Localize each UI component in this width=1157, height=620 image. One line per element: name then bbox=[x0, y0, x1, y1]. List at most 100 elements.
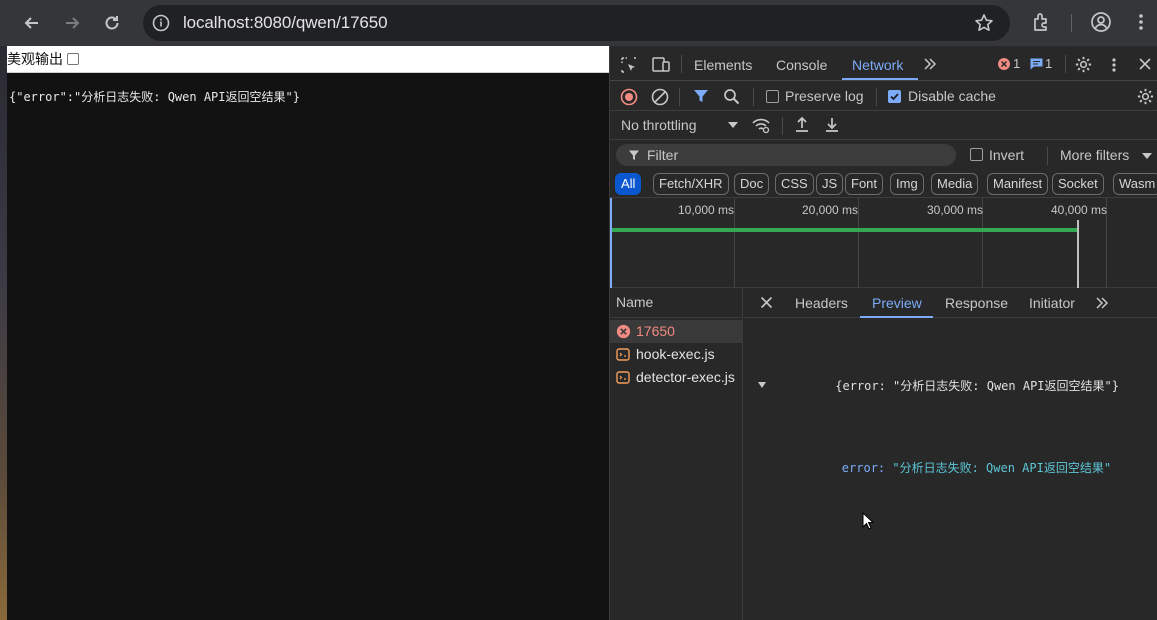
toolbar-divider bbox=[753, 88, 754, 106]
beautify-checkbox[interactable] bbox=[67, 53, 79, 65]
disable-cache-checkbox[interactable] bbox=[888, 90, 901, 103]
export-har-icon[interactable] bbox=[824, 116, 840, 133]
type-filter-media[interactable]: Media bbox=[931, 173, 979, 195]
message-icon[interactable] bbox=[1029, 57, 1044, 71]
type-filter-wasm[interactable]: Wasm bbox=[1113, 173, 1157, 195]
type-filter-css[interactable]: CSS bbox=[775, 173, 814, 195]
address-bar[interactable]: localhost:8080/qwen/17650 bbox=[143, 5, 1010, 41]
request-name[interactable]: 17650 bbox=[636, 323, 675, 339]
device-toolbar-icon[interactable] bbox=[651, 56, 671, 74]
chevron-down-icon[interactable] bbox=[1142, 153, 1152, 159]
name-column-header[interactable]: Name bbox=[610, 288, 743, 318]
devtools-tab-bar: Elements Console Network 1 1 bbox=[610, 46, 1157, 81]
page-viewport: 美观输出 {"error":"分析日志失败: Qwen API返回空结果"} bbox=[7, 46, 609, 620]
tab-initiator[interactable]: Initiator bbox=[1029, 295, 1075, 311]
preview-value: "分析日志失败: Qwen API返回空结果" bbox=[892, 461, 1112, 475]
raw-json-text: {"error":"分析日志失败: Qwen API返回空结果"} bbox=[9, 90, 300, 104]
type-filter-doc[interactable]: Doc bbox=[734, 173, 770, 195]
tab-headers[interactable]: Headers bbox=[795, 295, 848, 311]
request-row[interactable]: hook-exec.js bbox=[610, 343, 743, 366]
beautify-label: 美观输出 bbox=[7, 51, 63, 67]
type-filter-img[interactable]: Img bbox=[890, 173, 924, 195]
search-icon[interactable] bbox=[723, 88, 740, 105]
toolbar-divider bbox=[679, 88, 680, 106]
url-text[interactable]: localhost:8080/qwen/17650 bbox=[183, 13, 388, 33]
timeline-load-marker bbox=[1077, 220, 1079, 288]
chevron-down-icon[interactable] bbox=[728, 122, 738, 128]
back-arrow-icon[interactable] bbox=[19, 10, 45, 36]
tab-divider bbox=[681, 55, 682, 73]
type-filter-all[interactable]: All bbox=[615, 173, 642, 195]
request-row[interactable]: 17650 bbox=[610, 320, 743, 343]
tab-preview[interactable]: Preview bbox=[872, 295, 922, 311]
preserve-log-label[interactable]: Preserve log bbox=[785, 88, 864, 104]
clear-icon[interactable] bbox=[651, 88, 669, 106]
tab-elements[interactable]: Elements bbox=[694, 57, 752, 73]
resource-type-filters: All Fetch/XHR Doc CSS JS Font Img Media … bbox=[610, 170, 1157, 198]
request-row[interactable]: detector-exec.js bbox=[610, 366, 743, 389]
inspect-element-icon[interactable] bbox=[620, 56, 638, 74]
disable-cache-label[interactable]: Disable cache bbox=[908, 88, 996, 104]
filter-input[interactable]: Filter bbox=[616, 144, 956, 166]
request-name[interactable]: detector-exec.js bbox=[636, 369, 735, 385]
network-conditions-wifi-icon[interactable] bbox=[751, 116, 771, 134]
script-icon bbox=[616, 348, 630, 361]
timeline-request-bar bbox=[612, 228, 1078, 232]
tab-divider bbox=[1065, 55, 1066, 73]
error-icon[interactable] bbox=[997, 57, 1011, 71]
more-vert-icon[interactable] bbox=[1108, 56, 1120, 74]
preview-key: error bbox=[841, 461, 878, 475]
request-detail-pane: Headers Preview Response Initiator {erro… bbox=[744, 288, 1157, 620]
import-har-icon[interactable] bbox=[794, 116, 810, 133]
more-filters-dropdown[interactable]: More filters bbox=[1060, 147, 1129, 163]
timeline-tick-label: 40,000 ms bbox=[1051, 203, 1108, 217]
profile-icon[interactable] bbox=[1090, 11, 1112, 33]
active-detail-tab-indicator bbox=[860, 316, 933, 318]
preview-property-row: error: "分析日志失败: Qwen API返回空结果" bbox=[758, 445, 1119, 490]
throttling-select[interactable]: No throttling bbox=[621, 117, 696, 133]
browser-toolbar: localhost:8080/qwen/17650 bbox=[0, 0, 1157, 46]
expand-triangle-icon[interactable] bbox=[758, 354, 830, 416]
error-count[interactable]: 1 bbox=[1013, 56, 1020, 71]
preview-summary-row[interactable]: {error: "分析日志失败: Qwen API返回空结果"} bbox=[758, 354, 1119, 416]
bookmark-star-icon[interactable] bbox=[974, 13, 994, 33]
filter-funnel-icon[interactable] bbox=[693, 88, 709, 104]
close-icon[interactable] bbox=[1138, 57, 1152, 71]
request-list: Name 17650 hook-exec.js detector-exec.js bbox=[610, 288, 743, 620]
type-filter-socket[interactable]: Socket bbox=[1052, 173, 1104, 195]
toolbar-divider bbox=[1071, 14, 1072, 32]
forward-arrow-icon[interactable] bbox=[59, 10, 85, 36]
timeline-gridline bbox=[734, 198, 735, 288]
invert-label[interactable]: Invert bbox=[989, 147, 1024, 163]
more-tabs-icon[interactable] bbox=[1095, 296, 1109, 310]
timeline-start-handle[interactable] bbox=[610, 198, 612, 288]
beautify-bar: 美观输出 bbox=[7, 46, 609, 73]
extensions-icon[interactable] bbox=[1031, 11, 1053, 33]
devtools-panel: Elements Console Network 1 1 Preserve lo… bbox=[609, 46, 1157, 620]
reload-icon[interactable] bbox=[99, 10, 125, 36]
type-filter-js[interactable]: JS bbox=[816, 173, 844, 195]
site-info-icon[interactable] bbox=[152, 14, 170, 32]
invert-checkbox[interactable] bbox=[970, 148, 983, 161]
more-vert-icon[interactable] bbox=[1134, 11, 1148, 33]
tab-network[interactable]: Network bbox=[852, 57, 903, 73]
message-count[interactable]: 1 bbox=[1045, 56, 1052, 71]
type-filter-fetch-xhr[interactable]: Fetch/XHR bbox=[653, 173, 729, 195]
type-filter-manifest[interactable]: Manifest bbox=[987, 173, 1049, 195]
request-name[interactable]: hook-exec.js bbox=[636, 346, 715, 362]
record-icon[interactable] bbox=[620, 88, 638, 106]
settings-gear-icon[interactable] bbox=[1074, 55, 1093, 74]
json-preview: {error: "分析日志失败: Qwen API返回空结果"} error: … bbox=[758, 326, 1119, 518]
more-tabs-icon[interactable] bbox=[923, 57, 937, 71]
toolbar-divider bbox=[1047, 147, 1048, 165]
close-icon[interactable] bbox=[760, 296, 773, 309]
type-filter-font[interactable]: Font bbox=[845, 173, 884, 195]
tab-console[interactable]: Console bbox=[776, 57, 827, 73]
tab-response[interactable]: Response bbox=[945, 295, 1008, 311]
network-overview-timeline[interactable]: 10,000 ms 20,000 ms 30,000 ms 40,000 ms bbox=[610, 198, 1157, 288]
timeline-tick-label: 20,000 ms bbox=[802, 203, 859, 217]
name-header-label[interactable]: Name bbox=[616, 294, 653, 310]
preserve-log-checkbox[interactable] bbox=[766, 90, 779, 103]
network-settings-gear-icon[interactable] bbox=[1136, 87, 1155, 106]
mouse-cursor-icon bbox=[862, 512, 874, 530]
